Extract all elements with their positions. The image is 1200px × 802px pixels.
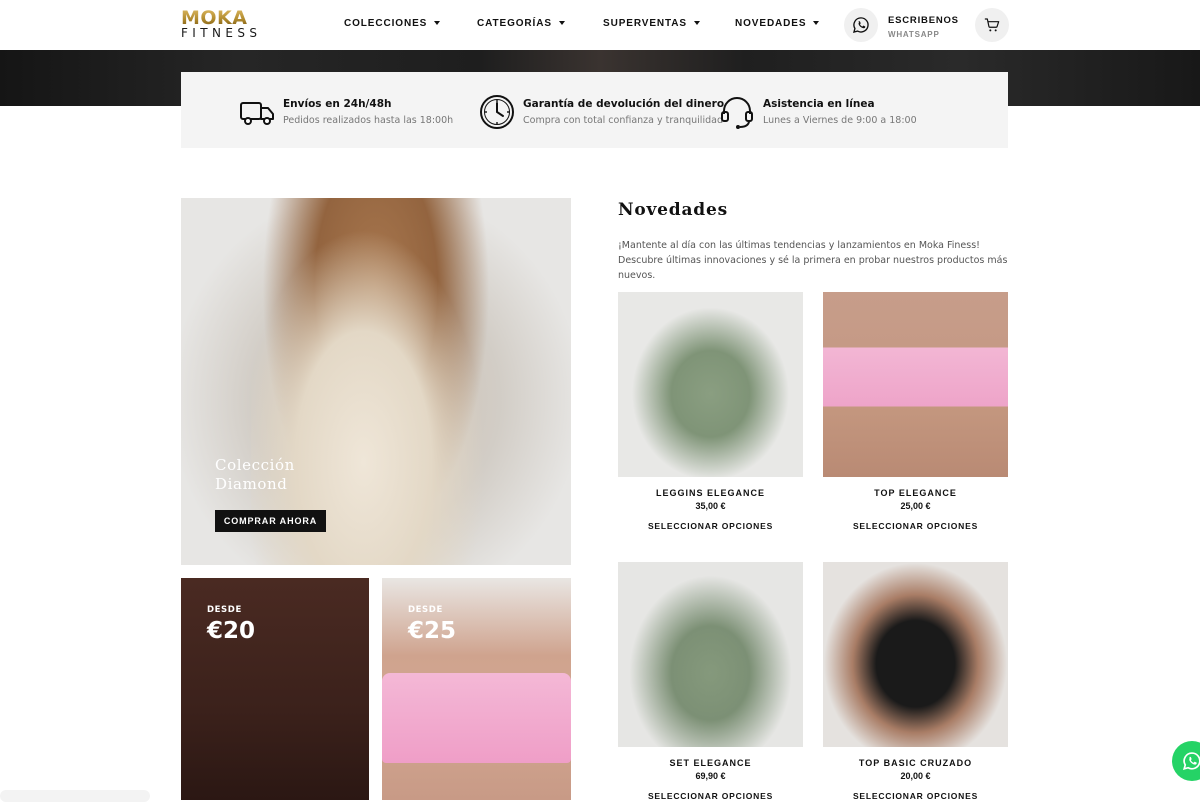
whatsapp-float-button[interactable]: [1172, 741, 1200, 781]
chevron-down-icon: [813, 21, 820, 25]
product-image[interactable]: [618, 562, 803, 747]
nav-label: COLECCIONES: [344, 18, 428, 29]
promo-image: [382, 673, 571, 763]
logo-subtitle: FITNESS: [181, 26, 262, 40]
cart-icon: [984, 18, 1000, 32]
headset-icon: [721, 97, 753, 129]
product-name[interactable]: TOP ELEGANCE: [823, 488, 1008, 498]
product-price: 25,00 €: [900, 501, 931, 511]
product-name[interactable]: LEGGINS ELEGANCE: [618, 488, 803, 498]
whatsapp-icon: [1182, 752, 1200, 771]
hero-title-line: Diamond: [215, 475, 288, 493]
site-logo[interactable]: MOKA FITNESS: [181, 9, 273, 40]
collection-hero-card[interactable]: Colección Diamond COMPRAR AHORA: [181, 198, 571, 565]
nav-label: NOVEDADES: [735, 18, 807, 29]
whatsapp-contact-button[interactable]: [844, 8, 878, 42]
nav-label: SUPERVENTAS: [603, 18, 687, 29]
cart-button[interactable]: [975, 8, 1009, 42]
product-image[interactable]: [823, 562, 1008, 747]
feature-subtitle: Compra con total confianza y tranquilida…: [523, 115, 723, 126]
chevron-down-icon: [434, 21, 441, 25]
select-options-button[interactable]: SELECCIONAR OPCIONES: [823, 521, 1008, 531]
section-description: ¡Mantente al día con las últimas tendenc…: [618, 238, 1018, 283]
chevron-down-icon: [558, 21, 565, 25]
promo-price: €20: [207, 618, 256, 644]
shop-now-button[interactable]: COMPRAR AHORA: [215, 510, 326, 532]
section-title: Novedades: [618, 200, 728, 220]
hero-title: Colección Diamond: [215, 456, 415, 494]
clock-icon: [480, 95, 514, 129]
promo-card-leggings[interactable]: DESDE €20: [181, 578, 369, 800]
nav-categorias[interactable]: CATEGORÍAS: [477, 18, 565, 29]
features-bar: Envíos en 24h/48h Pedidos realizados has…: [181, 72, 1008, 148]
feature-subtitle: Pedidos realizados hasta las 18:00h: [283, 115, 454, 126]
product-image[interactable]: [823, 292, 1008, 477]
promo-card-tops[interactable]: DESDE €25: [382, 578, 571, 800]
nav-label: CATEGORÍAS: [477, 18, 552, 29]
whatsapp-icon: [852, 17, 869, 34]
site-header: MOKA FITNESS COLECCIONES CATEGORÍAS SUPE…: [0, 0, 1200, 50]
promo-label: DESDE: [207, 605, 242, 615]
nav-novedades[interactable]: NOVEDADES: [735, 18, 820, 29]
description-line: Descubre últimas innovaciones y sé la pr…: [618, 255, 1008, 281]
whatsapp-subtitle[interactable]: WHATSAPP: [888, 30, 940, 39]
product-price: 69,90 €: [695, 771, 726, 781]
nav-superventas[interactable]: SUPERVENTAS: [603, 18, 700, 29]
select-options-button[interactable]: SELECCIONAR OPCIONES: [618, 521, 803, 531]
feature-title: Garantía de devolución del dinero: [523, 98, 725, 110]
promo-price: €25: [408, 618, 457, 644]
feature-subtitle: Lunes a Viernes de 9:00 a 18:00: [763, 115, 917, 126]
product-price: 35,00 €: [695, 501, 726, 511]
chevron-down-icon: [694, 21, 700, 25]
product-price: 20,00 €: [900, 771, 931, 781]
truck-icon: [240, 102, 274, 125]
hero-title-line: Colección: [215, 456, 295, 474]
product-name[interactable]: TOP BASIC CRUZADO: [823, 758, 1008, 768]
whatsapp-title[interactable]: ESCRIBENOS: [888, 15, 959, 26]
nav-colecciones[interactable]: COLECCIONES: [344, 18, 441, 29]
product-name[interactable]: SET ELEGANCE: [618, 758, 803, 768]
feature-title: Envíos en 24h/48h: [283, 98, 392, 110]
logo-wordmark: MOKA: [181, 9, 273, 28]
cookie-banner-edge: [0, 790, 150, 802]
description-line: ¡Mantente al día con las últimas tendenc…: [618, 240, 980, 251]
promo-label: DESDE: [408, 605, 443, 615]
feature-title: Asistencia en línea: [763, 98, 875, 110]
product-image[interactable]: [618, 292, 803, 477]
